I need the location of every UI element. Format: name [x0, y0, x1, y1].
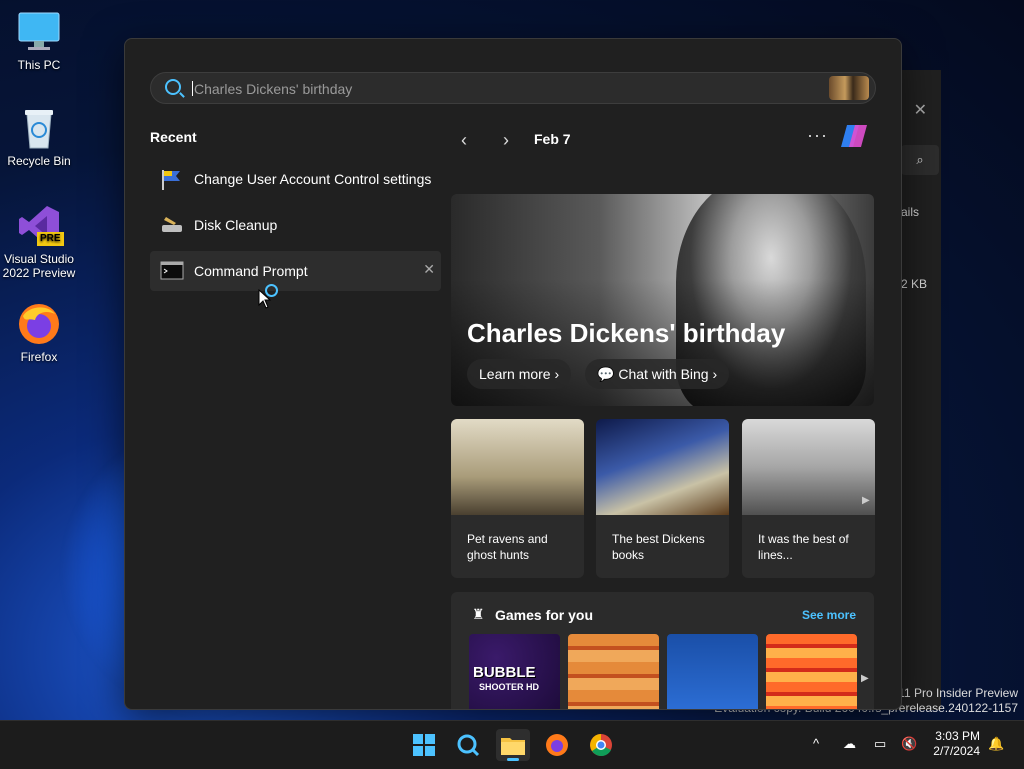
illustration-image — [596, 419, 729, 515]
computer-icon — [17, 10, 61, 54]
recent-item-uac[interactable]: Change User Account Control settings — [150, 159, 441, 199]
search-panel: Recent Change User Account Control setti… — [124, 38, 902, 710]
recent-heading: Recent — [150, 129, 197, 145]
close-icon[interactable]: ✕ — [914, 100, 927, 120]
story-card-text: Pet ravens and ghost hunts — [467, 532, 548, 562]
games-title: Games for you — [495, 607, 594, 623]
chat-with-bing-button[interactable]: 💬 Chat with Bing › — [585, 359, 730, 389]
story-card-books[interactable]: The best Dickens books — [596, 419, 729, 578]
recent-item-label: Change User Account Control settings — [194, 171, 432, 187]
details-label: ails — [901, 205, 920, 219]
search-box[interactable] — [150, 72, 876, 104]
firefox-icon — [17, 302, 61, 346]
desktop-icon-label: Visual Studio 2022 Preview — [2, 252, 76, 280]
scroll-right-icon[interactable]: ▶ — [862, 495, 870, 506]
chevron-right-icon: › — [554, 366, 560, 382]
game-tile-4[interactable] — [766, 634, 857, 709]
notification-bell-icon[interactable]: 🔔 — [988, 736, 1004, 752]
busy-spinner-icon — [265, 284, 278, 297]
remove-icon[interactable]: ✕ — [423, 261, 435, 278]
game-tile-bubble-shooter[interactable]: BUBBLE SHOOTER HD — [469, 634, 560, 709]
command-prompt-icon — [160, 261, 184, 281]
chat-bubble-icon: 💬 — [597, 366, 615, 382]
firefox-icon — [546, 734, 568, 756]
text-caret — [192, 81, 193, 96]
desktop-icon-firefox[interactable]: Firefox — [1, 302, 77, 364]
game-tile-2[interactable] — [568, 634, 659, 709]
recent-item-label: Command Prompt — [194, 263, 308, 279]
chat-with-bing-label: Chat with Bing — [618, 366, 709, 382]
hero-title: Charles Dickens' birthday — [467, 318, 786, 348]
scroll-right-icon[interactable]: ▶ — [861, 673, 869, 684]
more-options-icon[interactable]: ··· — [807, 125, 828, 146]
clock-time: 3:03 PM — [935, 729, 980, 743]
search-icon — [165, 79, 181, 95]
file-size-label: 2 KB — [901, 277, 928, 291]
desktop-icon-visual-studio[interactable]: PRE Visual Studio 2022 Preview — [1, 204, 77, 280]
search-icon — [457, 734, 480, 757]
game-pieces-icon: ♜ — [472, 606, 485, 622]
uac-flag-icon — [160, 169, 184, 190]
start-icon — [413, 734, 435, 756]
disk-cleanup-icon — [160, 215, 184, 235]
search-highlight-thumbnail[interactable] — [829, 76, 869, 100]
story-card-ravens[interactable]: Pet ravens and ghost hunts — [451, 419, 584, 578]
file-explorer-icon — [501, 738, 525, 755]
display-icon[interactable]: ▭ — [874, 736, 886, 752]
desktop-icon-label: This PC — [17, 58, 61, 72]
desktop-icon-label: Firefox — [20, 350, 58, 364]
study-image — [742, 419, 875, 515]
game-title-line2: SHOOTER HD — [479, 682, 540, 692]
chevron-right-icon: › — [712, 366, 718, 382]
start-button[interactable] — [407, 729, 441, 761]
chrome-taskbar-button[interactable] — [584, 729, 618, 761]
desktop-icon-this-pc[interactable]: This PC — [1, 10, 77, 72]
network-offline-icon[interactable]: ☁ — [843, 736, 856, 752]
clock[interactable]: 3:03 PM 2/7/2024 — [933, 729, 980, 759]
learn-more-label: Learn more — [479, 366, 551, 382]
volume-muted-icon[interactable]: 🔇 — [901, 736, 917, 752]
recent-item-disk-cleanup[interactable]: Disk Cleanup — [150, 205, 441, 245]
clock-date: 2/7/2024 — [933, 744, 980, 758]
recent-item-command-prompt[interactable]: Command Prompt ✕ — [150, 251, 441, 291]
game-tile-3[interactable] — [667, 634, 758, 709]
raven-image — [451, 419, 584, 515]
next-icon[interactable]: › — [503, 130, 509, 151]
story-card-lines[interactable]: It was the best of lines... — [742, 419, 875, 578]
search-input[interactable] — [192, 77, 796, 101]
story-card-text: It was the best of lines... — [758, 532, 849, 562]
recent-item-label: Disk Cleanup — [194, 217, 278, 233]
story-card-text: The best Dickens books — [612, 532, 705, 562]
games-section: ♜ Games for you See more BUBBLE SHOOTER … — [451, 592, 874, 709]
search-icon[interactable]: ⌕ — [901, 145, 939, 175]
game-title-line1: BUBBLE — [473, 664, 536, 681]
active-indicator — [507, 758, 519, 761]
desktop-icon-label: Recycle Bin — [7, 154, 71, 168]
hero-card[interactable]: Charles Dickens' birthday Learn more › 💬… — [451, 194, 874, 406]
visual-studio-icon: PRE — [17, 204, 64, 248]
taskbar: ^ ☁ ▭ 🔇 3:03 PM 2/7/2024 🔔 — [0, 720, 1024, 769]
chrome-icon — [590, 734, 612, 756]
preview-badge: PRE — [37, 232, 64, 246]
previous-icon[interactable]: ‹ — [461, 130, 467, 151]
recycle-bin-icon — [17, 106, 61, 150]
firefox-taskbar-button[interactable] — [540, 729, 574, 761]
desktop-icon-recycle-bin[interactable]: Recycle Bin — [1, 106, 77, 168]
show-hidden-icons-chevron-icon[interactable]: ^ — [813, 736, 819, 751]
learn-more-button[interactable]: Learn more › — [467, 359, 572, 389]
taskbar-search-button[interactable] — [451, 729, 485, 761]
see-more-link[interactable]: See more — [802, 608, 856, 622]
highlight-date: Feb 7 — [534, 131, 571, 147]
copilot-icon[interactable] — [839, 123, 869, 149]
file-explorer-button[interactable] — [496, 729, 530, 761]
